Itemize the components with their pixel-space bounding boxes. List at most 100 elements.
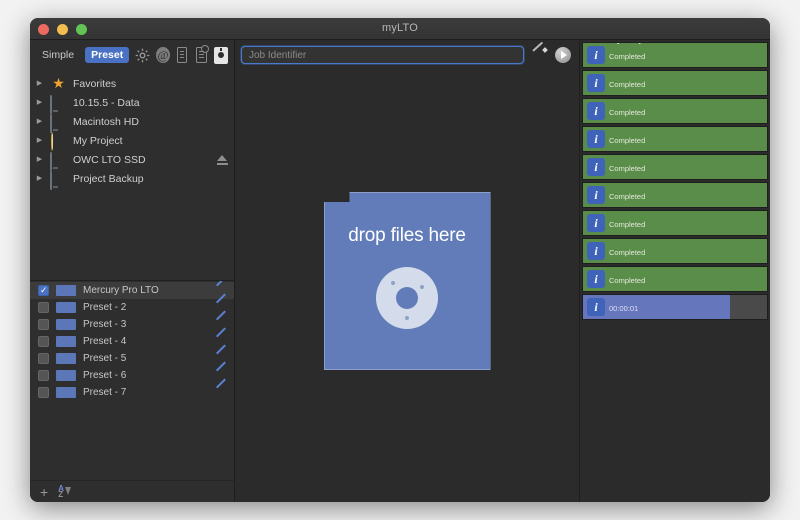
- job-status: Completed: [609, 219, 646, 229]
- brush-icon[interactable]: [532, 48, 547, 63]
- list-item[interactable]: Preset - 6: [30, 367, 234, 384]
- preset-checkbox[interactable]: [38, 284, 49, 296]
- drop-zone[interactable]: drop files here: [235, 70, 579, 502]
- list-item[interactable]: Preset - 3: [30, 316, 234, 333]
- drive-icon: [50, 114, 67, 133]
- app-window: myLTO Simple Preset @ ▶ ★ Favorites ▶ 10…: [30, 18, 770, 502]
- add-preset-icon[interactable]: +: [40, 485, 48, 499]
- document-icon[interactable]: [176, 47, 188, 63]
- title-bar: myLTO: [30, 18, 770, 40]
- preset-checkbox[interactable]: [38, 302, 49, 313]
- job-text: Job-6 Completed Completed - Verified: [609, 183, 677, 207]
- preset-checkbox[interactable]: [38, 353, 49, 364]
- list-item[interactable]: Preset - 7: [30, 384, 234, 401]
- tab-simple[interactable]: Simple: [36, 47, 80, 64]
- sidebar-item-favorites[interactable]: ▶ ★ Favorites: [30, 74, 234, 93]
- preset-color-swatch: [56, 370, 76, 381]
- gear-icon[interactable]: [134, 47, 151, 64]
- list-item[interactable]: Preset - 5: [30, 350, 234, 367]
- tab-preset[interactable]: Preset: [85, 46, 130, 64]
- preset-color-swatch: [56, 353, 76, 364]
- tape-reel-icon: [376, 267, 438, 329]
- table-row[interactable]: i Job-7 Completed Completed - Verified: [582, 210, 768, 236]
- external-drive-icon: [50, 152, 67, 171]
- at-symbol-icon[interactable]: @: [156, 47, 170, 63]
- left-panel: Simple Preset @ ▶ ★ Favorites ▶ 10.15.5 …: [30, 40, 235, 502]
- drive-icon: [50, 95, 67, 114]
- preset-label: Preset - 6: [83, 370, 127, 381]
- table-row[interactable]: i Job-4 Completed Completed - Verified: [582, 126, 768, 152]
- info-icon[interactable]: i: [587, 74, 605, 92]
- network-globe-icon: [50, 132, 67, 151]
- job-title: Job-3: [609, 99, 633, 101]
- table-row[interactable]: i Job-8 Completed Completed - Verified: [582, 238, 768, 264]
- info-icon[interactable]: i: [587, 298, 605, 316]
- preset-color-swatch: [56, 387, 76, 398]
- preset-checkbox[interactable]: [38, 336, 49, 347]
- sidebar-item-my-project[interactable]: ▶ My Project: [30, 131, 234, 151]
- preset-section: Mercury Pro LTO Preset - 2 Preset - 3: [30, 280, 234, 502]
- info-icon[interactable]: i: [587, 186, 605, 204]
- preset-checkbox[interactable]: [38, 387, 49, 398]
- edit-pencil-icon[interactable]: [215, 386, 228, 399]
- eject-icon[interactable]: [217, 154, 228, 165]
- job-status: Completed: [609, 191, 646, 201]
- job-toolbar: [235, 40, 579, 70]
- info-icon[interactable]: i: [587, 46, 605, 64]
- job-status: Completed: [609, 135, 646, 145]
- preset-label: Preset - 4: [83, 336, 127, 347]
- job-text: Job-9 Completed Completed - Verified: [609, 267, 677, 291]
- preset-checkbox[interactable]: [38, 319, 49, 330]
- drop-zone-shape[interactable]: drop files here: [323, 192, 491, 370]
- table-row[interactable]: i Job-5 Completed Completed - Verified: [582, 154, 768, 180]
- disclosure-triangle-icon[interactable]: ▶: [35, 175, 44, 182]
- info-icon[interactable]: i: [587, 158, 605, 176]
- list-item[interactable]: Mercury Pro LTO: [30, 282, 234, 299]
- info-icon[interactable]: i: [587, 130, 605, 148]
- preset-color-swatch: [56, 302, 76, 313]
- preset-checkbox[interactable]: [38, 370, 49, 381]
- job-title: Job-9: [609, 267, 633, 269]
- document-tag-icon[interactable]: [196, 45, 210, 63]
- list-item[interactable]: Preset - 4: [30, 333, 234, 350]
- table-row[interactable]: i Job-10 00:00:01 Replicating - In Good …: [582, 294, 768, 320]
- info-icon[interactable]: i: [587, 102, 605, 120]
- list-item[interactable]: Preset - 2: [30, 299, 234, 316]
- table-row[interactable]: i Job-6 Completed Completed - Verified: [582, 182, 768, 208]
- save-icon[interactable]: [213, 46, 228, 64]
- job-identifier-input[interactable]: [240, 45, 525, 65]
- table-row[interactable]: i Job-3 Completed Completed - Verified: [582, 98, 768, 124]
- preset-label: Preset - 3: [83, 319, 127, 330]
- sidebar-item-macintosh-hd[interactable]: ▶ Macintosh HD: [30, 112, 234, 133]
- job-title: Job-6: [609, 183, 633, 185]
- play-icon[interactable]: [555, 47, 571, 63]
- disclosure-triangle-icon[interactable]: ▶: [35, 137, 44, 144]
- sidebar-item-project-backup[interactable]: ▶ Project Backup: [30, 169, 234, 190]
- job-text: My Project Completed Completed - Verifie…: [609, 43, 677, 67]
- disclosure-triangle-icon[interactable]: ▶: [35, 118, 44, 125]
- disclosure-triangle-icon[interactable]: ▶: [35, 99, 44, 106]
- preset-color-swatch: [56, 319, 76, 330]
- table-row[interactable]: i My Project Completed Completed - Verif…: [582, 42, 768, 68]
- mode-toolbar: Simple Preset @: [30, 40, 234, 70]
- job-text: Job-3 Completed Completed - Verified: [609, 99, 677, 123]
- info-icon[interactable]: i: [587, 270, 605, 288]
- job-text: Job-5 Completed Completed - Verified: [609, 155, 677, 179]
- table-row[interactable]: i Job-9 Completed Completed - Verified: [582, 266, 768, 292]
- sidebar-item-owc-lto-ssd[interactable]: ▶ OWC LTO SSD: [30, 150, 234, 171]
- preset-label: Mercury Pro LTO: [83, 285, 159, 296]
- job-text: Job-7 Completed Completed - Verified: [609, 211, 677, 235]
- info-icon[interactable]: i: [587, 242, 605, 260]
- disclosure-triangle-icon[interactable]: ▶: [35, 156, 44, 163]
- disclosure-triangle-icon[interactable]: ▶: [35, 80, 44, 87]
- preset-label: Preset - 2: [83, 302, 127, 313]
- job-title: Job-4: [609, 127, 633, 129]
- window-body: Simple Preset @ ▶ ★ Favorites ▶ 10.15.5 …: [30, 40, 770, 502]
- sidebar-item-data-volume[interactable]: ▶ 10.15.5 - Data: [30, 93, 234, 114]
- job-status: Completed: [609, 107, 646, 117]
- table-row[interactable]: i OWC LTO SSD Completed Completed - Veri…: [582, 70, 768, 96]
- sort-presets-icon[interactable]: AZ: [58, 484, 72, 498]
- sidebar-item-label: My Project: [73, 134, 123, 147]
- info-icon[interactable]: i: [587, 214, 605, 232]
- sidebar-item-label: Project Backup: [73, 172, 144, 185]
